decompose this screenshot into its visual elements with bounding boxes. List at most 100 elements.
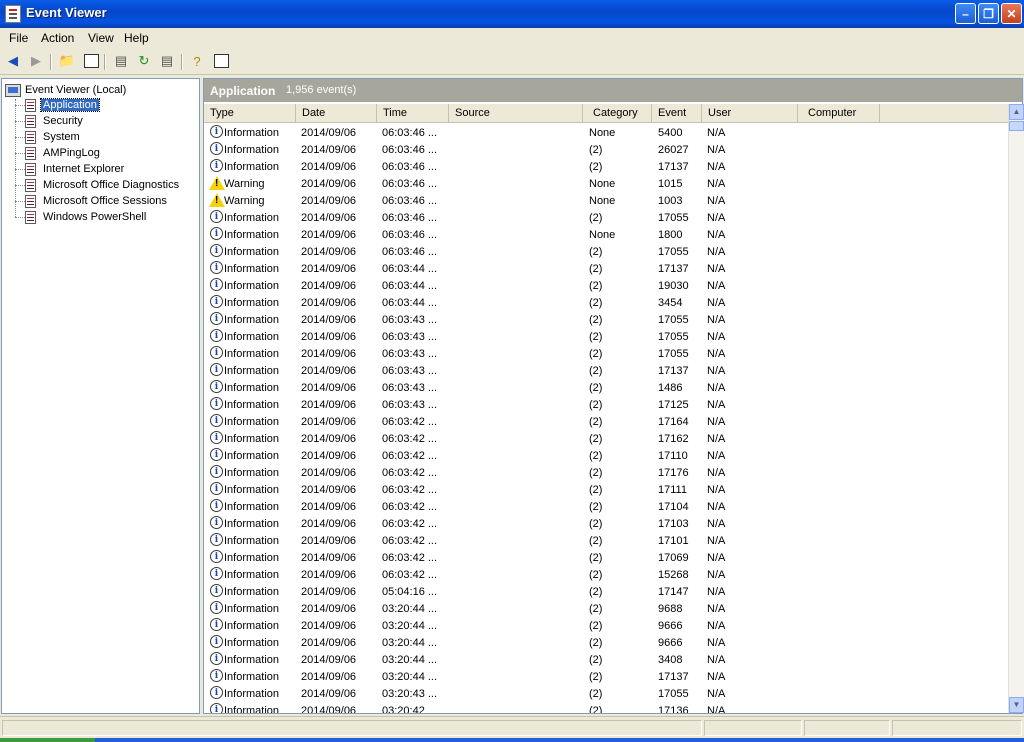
vertical-scrollbar[interactable]: ▲ ▼	[1008, 104, 1024, 713]
column-header-event[interactable]: Event	[652, 104, 702, 122]
event-viewer-app-icon[interactable]	[5, 5, 21, 23]
title-bar[interactable]: Event Viewer – ❐ ✕	[0, 0, 1024, 28]
event-row[interactable]: i Information 2014/09/06 06:03:43 ... (2) 170…	[204, 312, 1008, 329]
cell-time: 03:20:44 ...	[382, 637, 438, 649]
cell-type: Information	[224, 467, 280, 479]
event-row[interactable]: i Information 2014/09/06 06:03:44 ... (2) 171…	[204, 261, 1008, 278]
scroll-up-button[interactable]: ▲	[1009, 104, 1024, 120]
cell-time: 03:20:44 ...	[382, 620, 438, 632]
event-row[interactable]: Warning 2014/09/06 06:03:46 ... None 1015 N/A	[204, 176, 1008, 193]
event-row[interactable]: i Information 2014/09/06 06:03:42 ... (2) 171…	[204, 533, 1008, 550]
cell-category: (2)	[589, 552, 603, 564]
event-row[interactable]: i Information 2014/09/06 03:20:44 ... (2) 968…	[204, 601, 1008, 618]
event-row[interactable]: i Information 2014/09/06 03:20:44 ... (2) 966…	[204, 635, 1008, 652]
menu-view[interactable]: View	[88, 31, 114, 45]
tree-root[interactable]: Event Viewer (Local)	[5, 82, 126, 98]
cell-time: 06:03:42 ...	[382, 518, 438, 530]
event-row[interactable]: i Information 2014/09/06 03:20:44 ... (2) 966…	[204, 618, 1008, 635]
tree-item-ampinglog[interactable]: AMPingLog	[15, 145, 102, 161]
event-row[interactable]: i Information 2014/09/06 06:03:42 ... (2) 171…	[204, 465, 1008, 482]
minimize-button[interactable]: –	[955, 3, 976, 24]
tree-item-office-sessions[interactable]: Microsoft Office Sessions	[15, 193, 169, 209]
cell-time: 06:03:46 ...	[382, 195, 438, 207]
warning-icon	[209, 176, 225, 190]
cell-type: Information	[224, 654, 280, 666]
event-row[interactable]: i Information 2014/09/06 06:03:43 ... (2) 170…	[204, 346, 1008, 363]
scroll-down-button[interactable]: ▼	[1009, 697, 1024, 713]
event-row[interactable]: i Information 2014/09/06 03:20:44 ... (2) 340…	[204, 652, 1008, 669]
back-icon[interactable]: ◀	[4, 52, 22, 70]
console-pane-icon[interactable]	[214, 54, 229, 68]
cell-time: 06:03:46 ...	[382, 144, 438, 156]
event-row[interactable]: i Information 2014/09/06 06:03:46 ... (2) 170…	[204, 210, 1008, 227]
tree-item-system[interactable]: System	[15, 129, 82, 145]
event-row[interactable]: i Information 2014/09/06 03:20:43 ... (2) 170…	[204, 686, 1008, 703]
column-header-source[interactable]: Source	[449, 104, 583, 122]
event-row[interactable]: i Information 2014/09/06 06:03:42 ... (2) 171…	[204, 482, 1008, 499]
column-header-time[interactable]: Time	[377, 104, 449, 122]
cell-category: (2)	[589, 297, 603, 309]
column-header-computer[interactable]: Computer	[798, 104, 880, 122]
cell-category: (2)	[589, 382, 603, 394]
information-icon: i	[210, 686, 223, 699]
event-row[interactable]: i Information 2014/09/06 06:03:44 ... (2) 190…	[204, 278, 1008, 295]
tree-item-office-diagnostics[interactable]: Microsoft Office Diagnostics	[15, 177, 181, 193]
up-folder-icon[interactable]: 📁	[58, 52, 76, 70]
event-row[interactable]: i Information 2014/09/06 06:03:42 ... (2) 171…	[204, 499, 1008, 516]
cell-type: Information	[224, 127, 280, 139]
event-row[interactable]: i Information 2014/09/06 05:04:16 ... (2) 171…	[204, 584, 1008, 601]
tree-item-internet-explorer[interactable]: Internet Explorer	[15, 161, 126, 177]
event-row[interactable]: i Information 2014/09/06 06:03:44 ... (2) 345…	[204, 295, 1008, 312]
event-row[interactable]: Warning 2014/09/06 06:03:46 ... None 1003 N/A	[204, 193, 1008, 210]
event-row[interactable]: i Information 2014/09/06 06:03:42 ... (2) 171…	[204, 516, 1008, 533]
status-segment	[892, 720, 1022, 736]
column-header-date[interactable]: Date	[296, 104, 377, 122]
event-row[interactable]: i Information 2014/09/06 06:03:46 ... None 18…	[204, 227, 1008, 244]
properties-icon[interactable]: ▤	[112, 52, 130, 70]
scroll-thumb[interactable]	[1009, 121, 1024, 131]
menu-help[interactable]: Help	[124, 31, 149, 45]
column-header-user[interactable]: User	[702, 104, 798, 122]
event-row[interactable]: i Information 2014/09/06 06:03:42 ... (2) 171…	[204, 414, 1008, 431]
information-icon: i	[210, 244, 223, 257]
cell-time: 06:03:46 ...	[382, 178, 438, 190]
cell-user: N/A	[707, 229, 726, 241]
menu-action[interactable]: Action	[41, 31, 74, 45]
event-row[interactable]: i Information 2014/09/06 06:03:46 ... (2) 260…	[204, 142, 1008, 159]
cell-user: N/A	[707, 348, 726, 360]
event-row[interactable]: i Information 2014/09/06 03:20:42 (2) 17136 N/…	[204, 703, 1008, 713]
menu-bar: File Action View Help	[0, 28, 1024, 48]
column-header-type[interactable]: Type	[204, 104, 296, 122]
cell-date: 2014/09/06	[301, 195, 357, 207]
event-row[interactable]: i Information 2014/09/06 06:03:42 ... (2) 170…	[204, 550, 1008, 567]
start-button[interactable]	[0, 738, 95, 742]
maximize-button[interactable]: ❐	[978, 3, 999, 24]
forward-icon[interactable]: ▶	[27, 52, 45, 70]
tree-item-windows-powershell[interactable]: Windows PowerShell	[15, 209, 148, 225]
menu-file[interactable]: File	[9, 31, 28, 45]
event-row[interactable]: i Information 2014/09/06 03:20:44 ... (2) 171…	[204, 669, 1008, 686]
export-list-icon[interactable]: ▤	[158, 52, 176, 70]
column-header-category[interactable]: Category	[583, 104, 652, 122]
tree-root-label: Event Viewer (Local)	[25, 84, 127, 96]
event-row[interactable]: i Information 2014/09/06 06:03:46 ... (2) 170…	[204, 244, 1008, 261]
event-row[interactable]: i Information 2014/09/06 06:03:42 ... (2) 171…	[204, 431, 1008, 448]
event-row[interactable]: i Information 2014/09/06 06:03:42 ... (2) 152…	[204, 567, 1008, 584]
cell-user: N/A	[707, 399, 726, 411]
tree-item-security[interactable]: Security	[15, 113, 85, 129]
refresh-icon[interactable]: ↻	[135, 52, 153, 70]
event-row[interactable]: i Information 2014/09/06 06:03:46 ... (2) 171…	[204, 159, 1008, 176]
tree-item-application[interactable]: Application	[15, 97, 100, 113]
event-row[interactable]: i Information 2014/09/06 06:03:42 ... (2) 171…	[204, 448, 1008, 465]
event-row[interactable]: i Information 2014/09/06 06:03:43 ... (2) 171…	[204, 397, 1008, 414]
cell-event: 9666	[658, 620, 683, 632]
event-row[interactable]: i Information 2014/09/06 06:03:46 ... None 54…	[204, 125, 1008, 142]
cell-user: N/A	[707, 467, 726, 479]
event-row[interactable]: i Information 2014/09/06 06:03:43 ... (2) 170…	[204, 329, 1008, 346]
help-icon[interactable]: ?	[188, 52, 206, 70]
event-row[interactable]: i Information 2014/09/06 06:03:43 ... (2) 171…	[204, 363, 1008, 380]
cell-event: 5400	[658, 127, 683, 139]
event-row[interactable]: i Information 2014/09/06 06:03:43 ... (2) 148…	[204, 380, 1008, 397]
close-button[interactable]: ✕	[1001, 3, 1022, 24]
show-hide-tree-icon[interactable]	[84, 54, 99, 68]
